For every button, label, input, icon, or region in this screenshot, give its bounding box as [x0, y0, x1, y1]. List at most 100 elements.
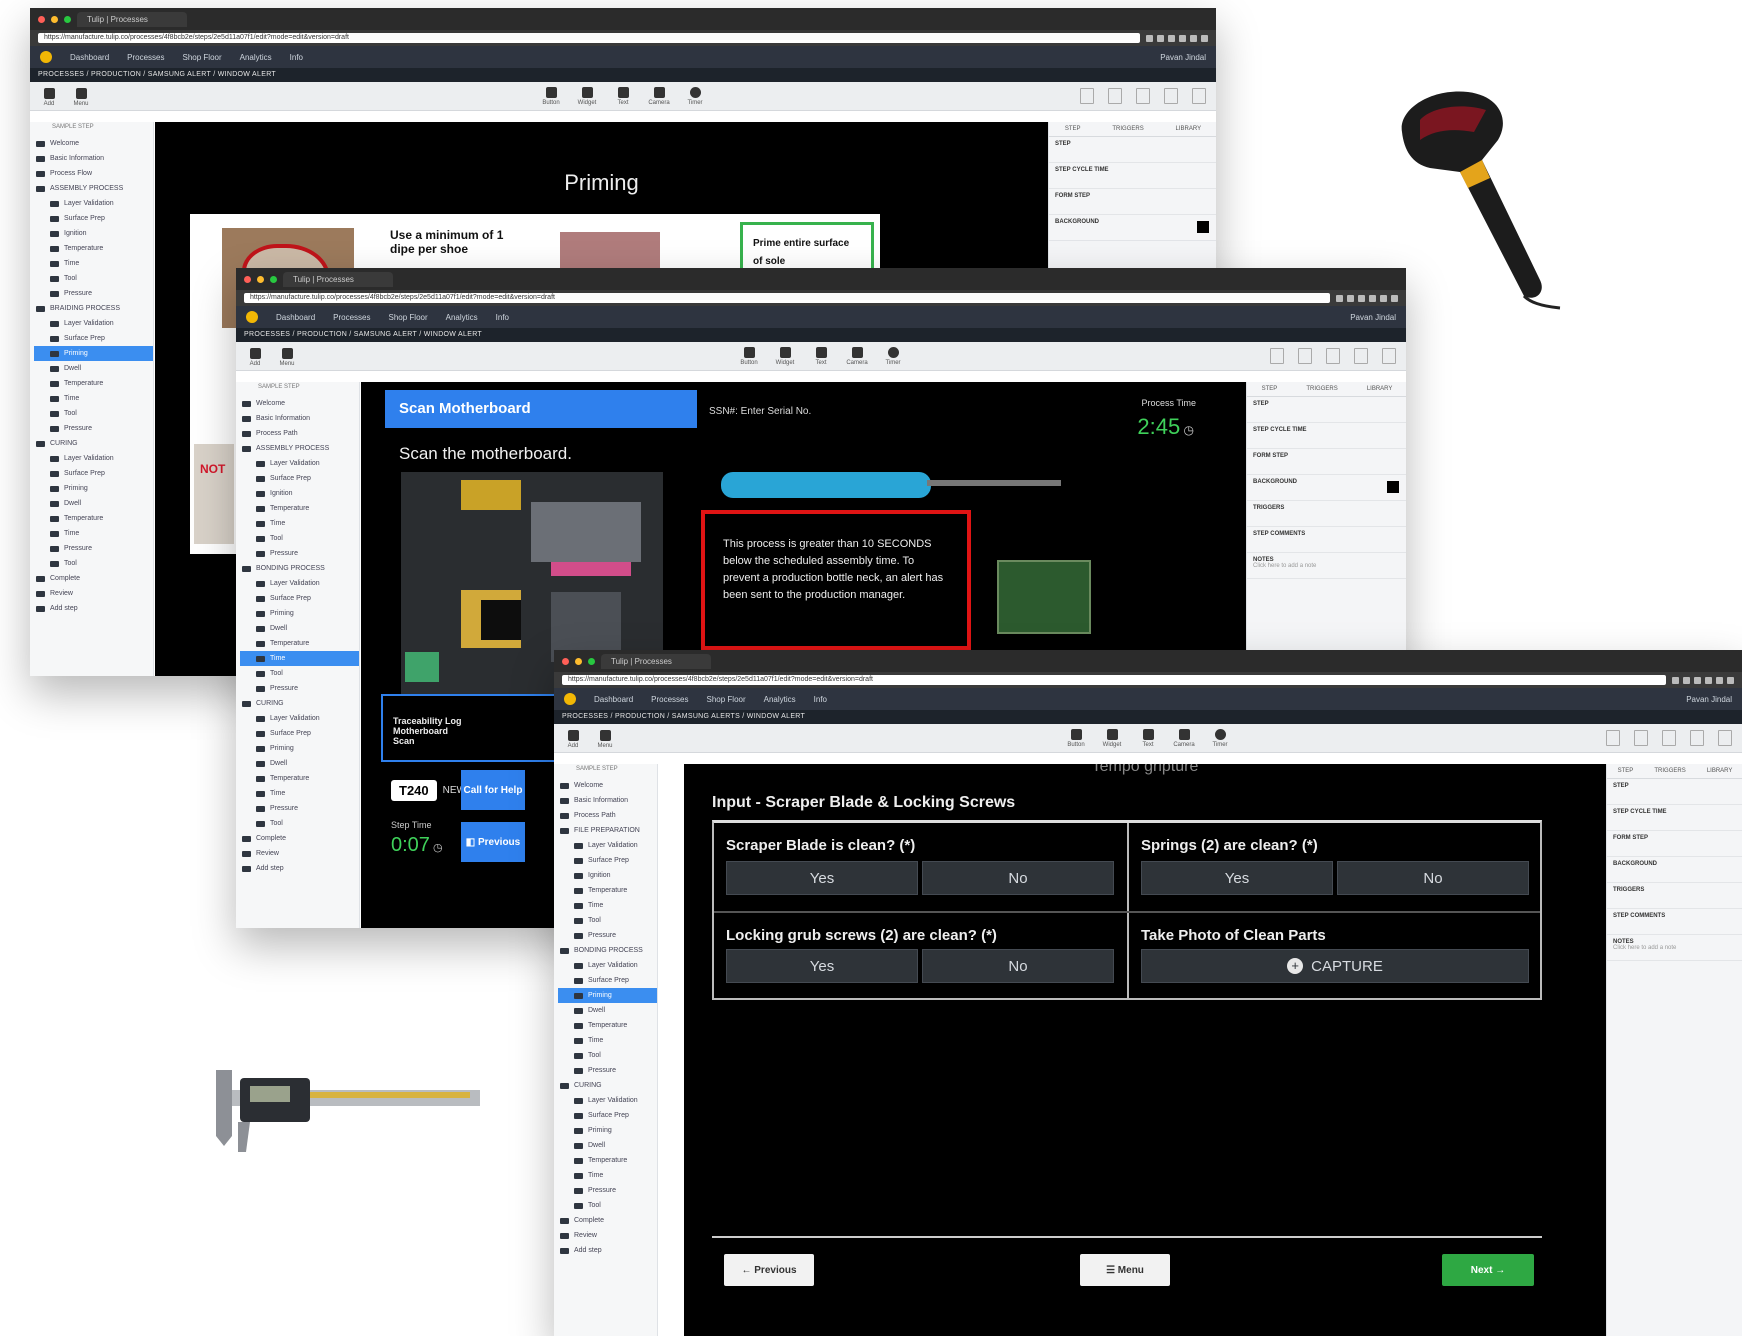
close-window-icon[interactable] [244, 275, 251, 283]
prop-step-comments[interactable]: STEP COMMENTS [1247, 527, 1406, 553]
paste-icon[interactable] [1108, 88, 1122, 104]
sidebar-step[interactable]: Tool [240, 816, 359, 831]
add-button[interactable]: Add [40, 88, 58, 107]
text-tool[interactable]: Text [1139, 728, 1157, 748]
nav-info[interactable]: Info [496, 313, 509, 322]
menu-button[interactable]: Menu [278, 348, 296, 367]
background-swatch[interactable] [1387, 481, 1399, 493]
sidebar-step[interactable]: Tool [558, 1198, 657, 1213]
delete-icon[interactable] [1718, 730, 1732, 746]
sidebar-step[interactable]: Priming [558, 988, 657, 1003]
widget-tool[interactable]: Widget [776, 346, 794, 366]
sidebar-step[interactable]: Pressure [240, 546, 359, 561]
nav-shop-floor[interactable]: Shop Floor [389, 313, 428, 322]
sidebar-step[interactable]: Add step [558, 1243, 657, 1258]
cut-icon[interactable] [1136, 88, 1150, 104]
sidebar-step[interactable]: Pressure [34, 286, 153, 301]
sidebar-step[interactable]: Review [558, 1228, 657, 1243]
tab-step[interactable]: STEP [1262, 386, 1278, 392]
prop-notes[interactable]: NOTES Click here to add a note [1247, 553, 1406, 579]
sidebar-step[interactable]: Layer Validation [558, 838, 657, 853]
sidebar-step[interactable]: Time [34, 256, 153, 271]
grub-screws-yes-button[interactable]: Yes [726, 949, 918, 983]
maximize-window-icon[interactable] [270, 275, 277, 283]
tab-triggers[interactable]: TRIGGERS [1654, 768, 1685, 774]
sidebar-step[interactable]: Priming [240, 741, 359, 756]
sidebar-step[interactable]: Temperature [240, 771, 359, 786]
sidebar-step[interactable]: Dwell [558, 1003, 657, 1018]
sidebar-step[interactable]: Tool [34, 271, 153, 286]
previous-button[interactable]: ◧ Previous [461, 822, 525, 862]
sidebar-step[interactable]: Pressure [558, 1183, 657, 1198]
user-menu[interactable]: Pavan Jindal [1160, 53, 1206, 62]
sidebar-step[interactable]: Basic Information [240, 411, 359, 426]
sidebar-step[interactable]: Layer Validation [34, 451, 153, 466]
tab-library[interactable]: LIBRARY [1176, 126, 1202, 132]
sidebar-step[interactable]: Surface Prep [558, 853, 657, 868]
tab-step[interactable]: STEP [1065, 126, 1081, 132]
delete-icon[interactable] [1192, 88, 1206, 104]
sidebar-step[interactable]: Priming [240, 606, 359, 621]
nav-processes[interactable]: Processes [127, 53, 164, 62]
springs-no-button[interactable]: No [1337, 861, 1529, 895]
prop-background[interactable]: BACKGROUND [1049, 215, 1216, 241]
sidebar-step[interactable]: Process Flow [34, 166, 153, 181]
sidebar-step[interactable]: Welcome [34, 136, 153, 151]
prop-form-step[interactable]: FORM STEP [1247, 449, 1406, 475]
call-help-button[interactable]: Call for Help [461, 770, 525, 810]
minimize-window-icon[interactable] [575, 657, 582, 665]
user-menu[interactable]: Pavan Jindal [1686, 695, 1732, 704]
sidebar-step[interactable]: Tool [240, 666, 359, 681]
widget-tool[interactable]: Widget [1103, 728, 1121, 748]
sidebar-step[interactable]: Ignition [240, 486, 359, 501]
prop-background[interactable]: BACKGROUND [1247, 475, 1406, 501]
prop-background[interactable]: BACKGROUND [1607, 857, 1742, 883]
maximize-window-icon[interactable] [588, 657, 595, 665]
menu-button[interactable]: Menu [72, 88, 90, 107]
widget-tool[interactable]: Widget [578, 86, 596, 106]
sidebar-step[interactable]: Complete [34, 571, 153, 586]
delete-icon[interactable] [1382, 348, 1396, 364]
sidebar-folder[interactable]: CURING [34, 436, 153, 451]
sidebar-step[interactable]: Pressure [240, 681, 359, 696]
sidebar-step[interactable]: Layer Validation [558, 958, 657, 973]
prop-form-step[interactable]: FORM STEP [1607, 831, 1742, 857]
browser-tab[interactable]: Tulip | Processes [601, 653, 711, 669]
nav-processes[interactable]: Processes [651, 695, 688, 704]
timer-tool[interactable]: Timer [686, 86, 704, 106]
sidebar-step[interactable]: Temperature [240, 501, 359, 516]
tab-triggers[interactable]: TRIGGERS [1306, 386, 1337, 392]
sidebar-step[interactable]: Pressure [558, 928, 657, 943]
camera-tool[interactable]: Camera [1173, 728, 1195, 748]
sidebar-step[interactable]: Time [240, 786, 359, 801]
sidebar-step[interactable]: Surface Prep [240, 726, 359, 741]
capture-button[interactable]: + CAPTURE [1141, 949, 1529, 983]
menu-button[interactable]: Menu [596, 730, 614, 749]
sidebar-step[interactable]: Tool [34, 556, 153, 571]
sidebar-folder[interactable]: ASSEMBLY PROCESS [240, 441, 359, 456]
nav-dashboard[interactable]: Dashboard [70, 53, 109, 62]
prop-step-cycle-time[interactable]: STEP CYCLE TIME [1607, 805, 1742, 831]
sidebar-step[interactable]: Time [558, 1168, 657, 1183]
sidebar-step[interactable]: Dwell [240, 756, 359, 771]
sidebar-step[interactable]: Temperature [558, 883, 657, 898]
browser-tab[interactable]: Tulip | Processes [283, 271, 393, 287]
sidebar-step[interactable]: Temperature [558, 1153, 657, 1168]
sidebar-step[interactable]: Tool [558, 1048, 657, 1063]
sidebar-step[interactable]: Priming [34, 346, 153, 361]
sidebar-step[interactable]: Temperature [34, 376, 153, 391]
sidebar-step[interactable]: Complete [240, 831, 359, 846]
button-tool[interactable]: Button [1067, 728, 1085, 748]
sidebar-step[interactable]: Time [558, 1033, 657, 1048]
scraper-no-button[interactable]: No [922, 861, 1114, 895]
copy-icon[interactable] [1606, 730, 1620, 746]
prop-form-step[interactable]: FORM STEP [1049, 189, 1216, 215]
sidebar-step[interactable]: Tool [34, 406, 153, 421]
sidebar-step[interactable]: Welcome [240, 396, 359, 411]
tab-library[interactable]: LIBRARY [1707, 768, 1733, 774]
prop-step-cycle-time[interactable]: STEP CYCLE TIME [1049, 163, 1216, 189]
sidebar-step[interactable]: Review [240, 846, 359, 861]
sidebar-step[interactable]: Add step [240, 861, 359, 876]
prop-notes[interactable]: NOTES Click here to add a note [1607, 935, 1742, 961]
nav-dashboard[interactable]: Dashboard [276, 313, 315, 322]
